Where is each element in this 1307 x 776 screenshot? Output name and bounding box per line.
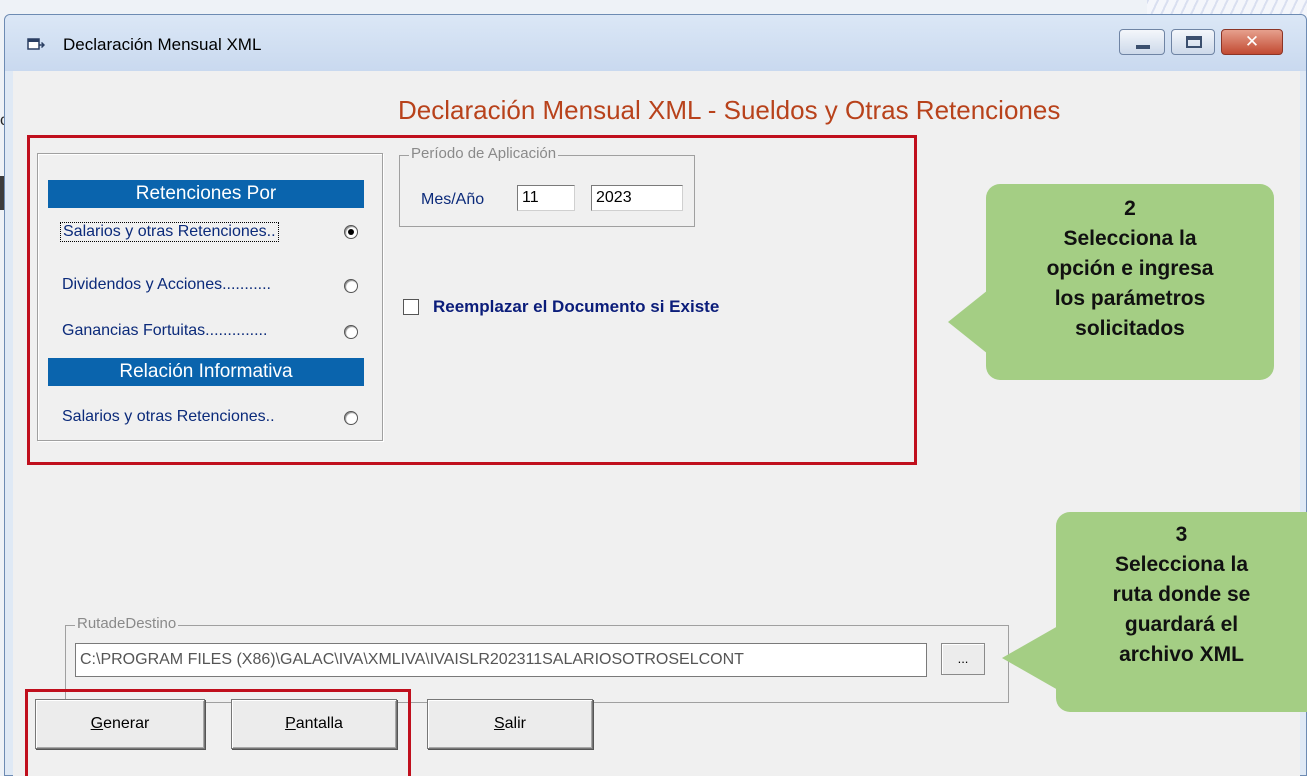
window-title: Declaración Mensual XML: [63, 35, 262, 54]
year-input[interactable]: 2023: [591, 185, 683, 211]
close-button[interactable]: ✕: [1221, 29, 1283, 55]
mes-ano-label: Mes/Año: [421, 191, 485, 208]
radio-dividendos[interactable]: [344, 279, 358, 293]
callout-step-2: 2 Selecciona la opción e ingresa los par…: [986, 184, 1274, 380]
ruta-destino-legend: RutadeDestino: [75, 615, 179, 632]
option-label-relacion-salarios[interactable]: Salarios y otras Retenciones..: [62, 408, 275, 426]
option-label-ganancias[interactable]: Ganancias Fortuitas..............: [62, 322, 267, 340]
radio-relacion-salarios[interactable]: [344, 411, 358, 425]
ruta-destino-input[interactable]: C:\PROGRAM FILES (X86)\GALAC\IVA\XMLIVA\…: [75, 643, 927, 677]
callout-2-line4: solicitados: [1075, 317, 1185, 340]
relacion-informativa-header: Relación Informativa: [48, 358, 364, 386]
minimize-button[interactable]: [1119, 29, 1165, 55]
month-input[interactable]: 11: [517, 185, 575, 211]
radio-salarios[interactable]: [344, 225, 358, 239]
callout-step-3: 3 Selecciona la ruta donde se guardará e…: [1056, 512, 1307, 712]
maximize-button[interactable]: [1171, 29, 1215, 55]
reemplazar-label[interactable]: Reemplazar el Documento si Existe: [433, 297, 719, 317]
callout-3-pointer: [1002, 626, 1058, 690]
app-window-icon: [27, 38, 45, 50]
reemplazar-checkbox[interactable]: [403, 299, 419, 315]
option-label-salarios[interactable]: Salarios y otras Retenciones..: [60, 222, 279, 242]
periodo-legend: Período de Aplicación: [409, 145, 559, 162]
minimize-icon: [1136, 45, 1150, 49]
retenciones-por-header: Retenciones Por: [48, 180, 364, 208]
generar-button[interactable]: Generar: [35, 699, 205, 749]
option-label-dividendos[interactable]: Dividendos y Acciones...........: [62, 276, 271, 294]
callout-3-number: 3: [1175, 523, 1188, 546]
page-title: Declaración Mensual XML - Sueldos y Otra…: [398, 95, 1061, 125]
browse-button[interactable]: ...: [941, 643, 985, 675]
retenciones-group: Retenciones Por Salarios y otras Retenci…: [37, 153, 383, 441]
callout-3-line4: archivo XML: [1119, 643, 1244, 666]
maximize-icon: [1186, 36, 1202, 48]
pantalla-button[interactable]: Pantalla: [231, 699, 397, 749]
title-bar[interactable]: Declaración Mensual XML ✕: [5, 15, 1306, 71]
callout-2-line2: opción e ingresa: [1046, 257, 1214, 280]
close-icon: ✕: [1244, 32, 1260, 52]
callout-2-pointer: [948, 290, 988, 354]
salir-button[interactable]: Salir: [427, 699, 593, 749]
callout-2-number: 2: [1124, 197, 1136, 220]
callout-2-line1: Selecciona la: [1063, 227, 1197, 250]
callout-3-line1: Selecciona la: [1114, 553, 1249, 576]
callout-3-line3: guardará el: [1124, 613, 1239, 636]
radio-ganancias[interactable]: [344, 325, 358, 339]
callout-2-line3: los parámetros: [1054, 287, 1206, 310]
callout-3-line2: ruta donde se: [1112, 583, 1251, 606]
